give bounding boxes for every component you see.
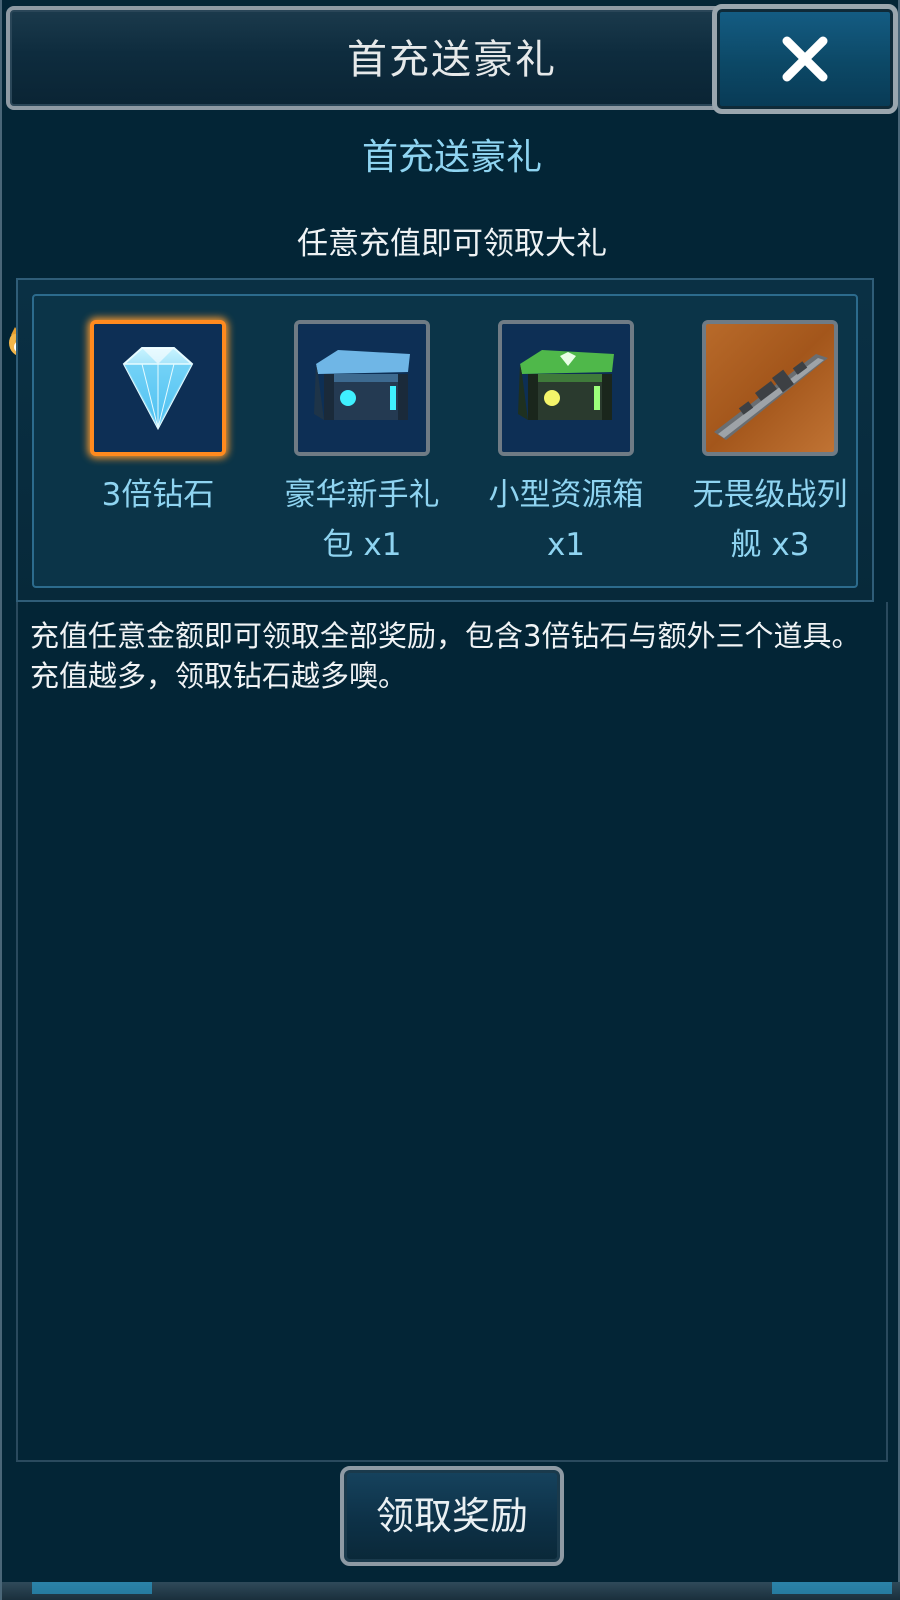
reward-item-battleship[interactable]: 无畏级战列舰 x3 bbox=[680, 320, 860, 570]
content-area bbox=[16, 602, 888, 1462]
reward-label: 无畏级战列舰 x3 bbox=[692, 477, 848, 563]
reward-icon-frame bbox=[90, 320, 226, 456]
panel-subtitle: 首充送豪礼 bbox=[361, 137, 542, 178]
green-crate-icon bbox=[502, 324, 630, 452]
close-icon bbox=[782, 36, 828, 82]
dialog-frame: 首充送豪礼 首充送豪礼 任意充值即可领取大礼 3倍钻石 豪华新手礼包 x1 小型… bbox=[0, 0, 900, 1600]
description-line: 充值任意金额即可领取全部奖励，包含3倍钻石与额外三个道具。 bbox=[30, 619, 861, 653]
close-button[interactable] bbox=[712, 4, 898, 114]
blue-crate-icon bbox=[298, 324, 426, 452]
claim-reward-button[interactable]: 领取奖励 bbox=[340, 1466, 564, 1566]
battleship-icon bbox=[714, 354, 828, 440]
rewards-list: 3倍钻石 豪华新手礼包 x1 小型资源箱 x1 无畏级战列舰 x3 bbox=[32, 294, 858, 588]
reward-icon-frame bbox=[498, 320, 634, 456]
reward-icon-frame bbox=[702, 320, 838, 456]
footer-accent-left bbox=[32, 1582, 152, 1594]
description-line: 充值越多，领取钻石越多噢。 bbox=[30, 659, 408, 693]
reward-item-diamonds[interactable]: 3倍钻石 bbox=[68, 320, 248, 520]
reward-item-resource-box[interactable]: 小型资源箱 x1 bbox=[476, 320, 656, 570]
rewards-panel: 3倍钻石 豪华新手礼包 x1 小型资源箱 x1 无畏级战列舰 x3 bbox=[16, 278, 874, 602]
reward-item-starter-pack[interactable]: 豪华新手礼包 x1 bbox=[272, 320, 452, 570]
description-text: 充值任意金额即可领取全部奖励，包含3倍钻石与额外三个道具。 充值越多，领取钻石越… bbox=[30, 616, 870, 696]
reward-icon-frame bbox=[294, 320, 430, 456]
footer-accent-right bbox=[772, 1582, 892, 1594]
panel-tagline: 任意充值即可领取大礼 bbox=[297, 226, 607, 262]
reward-label: 3倍钻石 bbox=[101, 477, 215, 513]
diamond-icon bbox=[94, 324, 222, 452]
reward-label: 豪华新手礼包 x1 bbox=[284, 477, 440, 563]
reward-label: 小型资源箱 x1 bbox=[488, 477, 644, 563]
